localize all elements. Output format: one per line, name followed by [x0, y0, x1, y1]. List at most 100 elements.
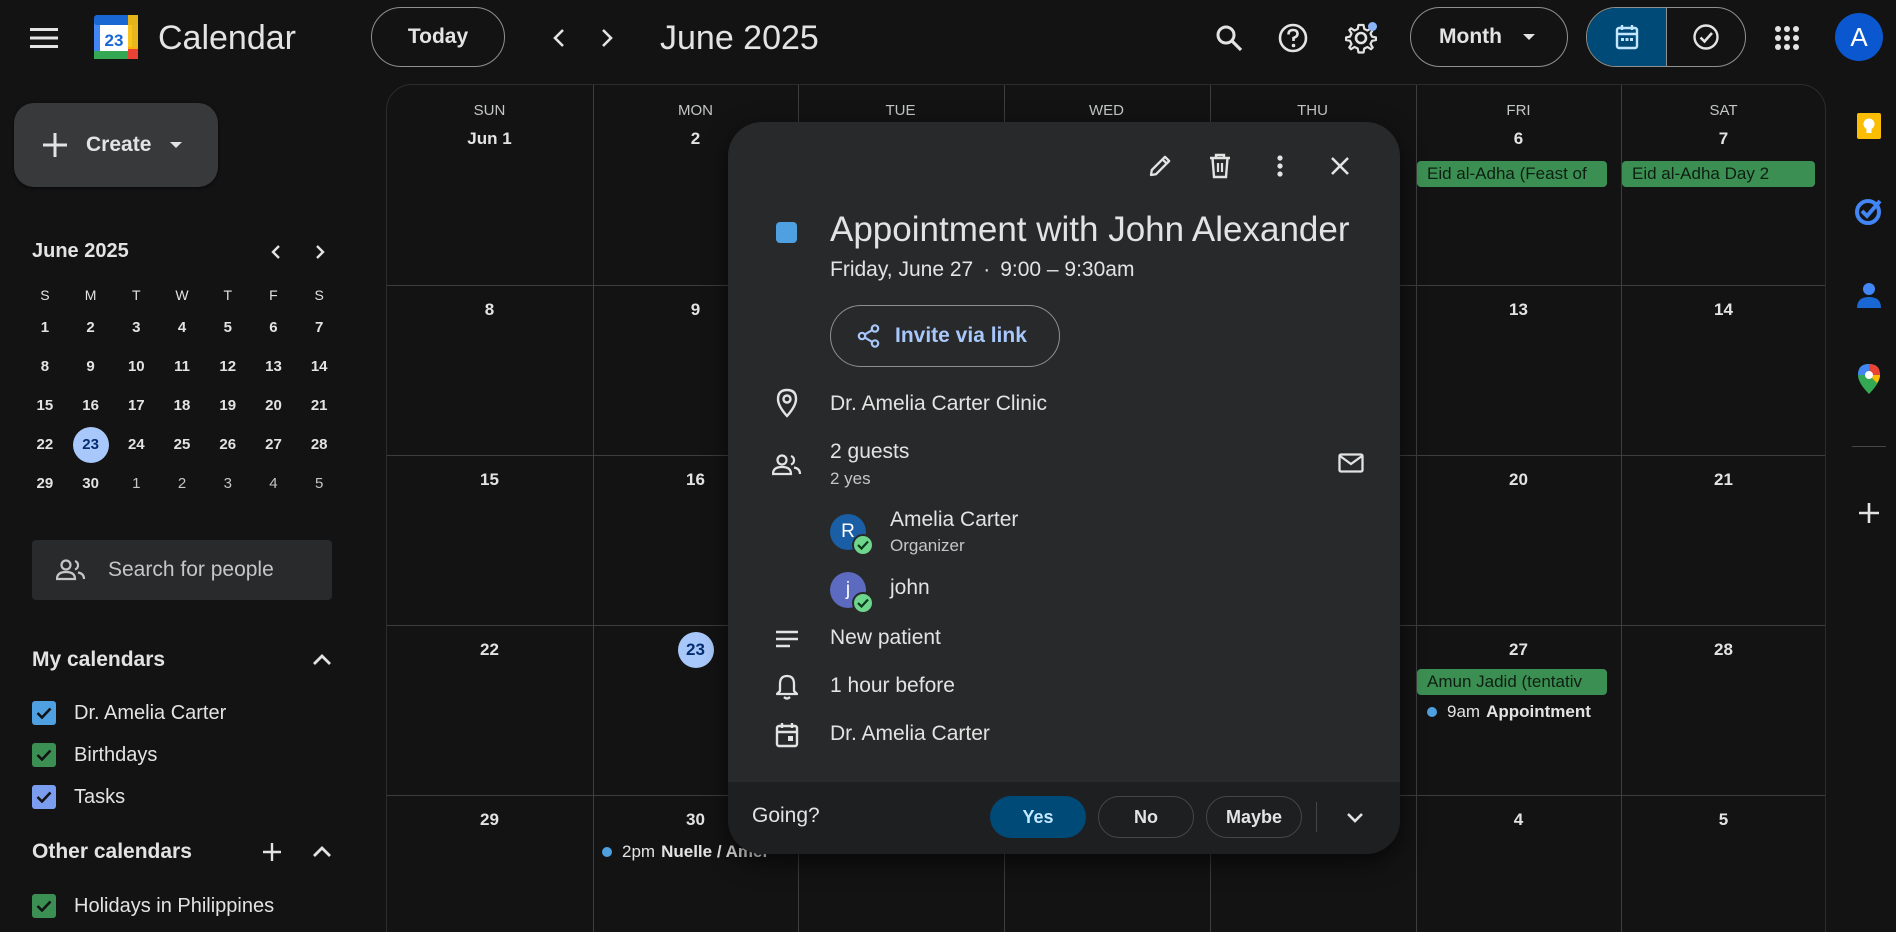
maps-button[interactable] — [1850, 360, 1888, 398]
mini-day[interactable]: 12 — [205, 347, 251, 386]
day-number[interactable]: 21 — [1621, 470, 1825, 490]
mini-day[interactable]: 28 — [296, 425, 342, 464]
event-location[interactable]: Dr. Amelia Carter Clinic — [830, 392, 1047, 416]
day-number[interactable]: 13 — [1416, 300, 1621, 320]
day-number[interactable]: 20 — [1416, 470, 1621, 490]
mini-day[interactable]: 5 — [205, 308, 251, 347]
calendar-list-item[interactable]: Dr. Amelia Carter — [32, 695, 226, 731]
calendar-checkbox[interactable] — [32, 894, 56, 918]
mini-day[interactable]: 20 — [251, 386, 297, 425]
mini-day[interactable]: 1 — [113, 464, 159, 503]
rsvp-no-button[interactable]: No — [1098, 796, 1194, 838]
guest-avatar[interactable]: R — [830, 514, 874, 556]
day-number[interactable]: 28 — [1621, 640, 1825, 660]
guest-name[interactable]: john — [890, 576, 930, 600]
view-selector[interactable]: Month — [1410, 7, 1568, 67]
calendar-checkbox[interactable] — [32, 785, 56, 809]
mini-day[interactable]: 8 — [113, 503, 159, 506]
mini-day[interactable]: 22 — [22, 425, 68, 464]
delete-event-button[interactable] — [1198, 144, 1242, 188]
day-number[interactable]: 29 — [387, 810, 592, 830]
guest-name[interactable]: Amelia Carter — [890, 508, 1018, 532]
calendar-logo[interactable]: 23 — [92, 13, 140, 61]
rsvp-maybe-button[interactable]: Maybe — [1206, 796, 1302, 838]
day-number[interactable]: 5 — [1621, 810, 1825, 830]
search-people-input[interactable]: Search for people — [32, 540, 332, 600]
mini-day[interactable]: 7 — [296, 308, 342, 347]
mini-day[interactable]: 3 — [205, 464, 251, 503]
day-number[interactable]: 22 — [387, 640, 592, 660]
mini-day[interactable]: 1 — [22, 308, 68, 347]
mini-day[interactable]: 25 — [159, 425, 205, 464]
mini-day[interactable]: 9 — [68, 347, 114, 386]
search-button[interactable] — [1208, 17, 1250, 59]
calendar-checkbox[interactable] — [32, 701, 56, 725]
previous-month-button[interactable] — [539, 18, 579, 58]
mini-day[interactable]: 18 — [159, 386, 205, 425]
keep-button[interactable] — [1850, 108, 1888, 146]
mini-day[interactable]: 17 — [113, 386, 159, 425]
guest-avatar[interactable]: j — [830, 572, 874, 614]
mini-day[interactable]: 6 — [22, 503, 68, 506]
mini-day[interactable]: 16 — [68, 386, 114, 425]
mini-day[interactable]: 5 — [296, 464, 342, 503]
mini-day[interactable]: 6 — [251, 308, 297, 347]
day-number[interactable]: Jun 1 — [387, 129, 592, 149]
settings-button[interactable] — [1340, 17, 1382, 59]
mini-day[interactable]: 4 — [159, 308, 205, 347]
event-appointment[interactable]: 9am Appointment — [1417, 699, 1612, 725]
day-number[interactable]: 14 — [1621, 300, 1825, 320]
get-add-ons-button[interactable] — [1850, 494, 1888, 532]
invite-via-link-button[interactable]: Invite via link — [830, 305, 1060, 367]
mini-day[interactable]: 23 — [68, 425, 114, 464]
collapse-other-calendars-button[interactable] — [302, 832, 342, 872]
close-popup-button[interactable] — [1318, 144, 1362, 188]
collapse-my-calendars-button[interactable] — [302, 640, 342, 680]
day-number[interactable]: 27 — [1416, 640, 1621, 660]
mini-day[interactable]: 10 — [113, 347, 159, 386]
contacts-button[interactable] — [1850, 276, 1888, 314]
mini-day[interactable]: 4 — [251, 464, 297, 503]
mini-day[interactable]: 27 — [251, 425, 297, 464]
day-number[interactable]: 8 — [387, 300, 592, 320]
mini-day[interactable]: 11 — [251, 503, 297, 506]
rsvp-yes-button[interactable]: Yes — [990, 796, 1086, 838]
calendar-list-item[interactable]: Tasks — [32, 779, 125, 815]
calendar-checkbox[interactable] — [32, 743, 56, 767]
mini-day[interactable]: 14 — [296, 347, 342, 386]
more-options-button[interactable] — [1258, 144, 1302, 188]
mini-day[interactable]: 2 — [68, 308, 114, 347]
mini-day[interactable]: 3 — [113, 308, 159, 347]
day-number[interactable]: 7 — [1621, 129, 1825, 149]
mini-day[interactable]: 29 — [22, 464, 68, 503]
mini-day[interactable]: 30 — [68, 464, 114, 503]
calendar-view-button[interactable] — [1587, 8, 1666, 66]
account-avatar[interactable]: A — [1835, 13, 1883, 61]
main-menu-button[interactable] — [20, 18, 68, 58]
edit-event-button[interactable] — [1138, 144, 1182, 188]
create-button[interactable]: Create — [14, 103, 218, 187]
tasks-view-button[interactable] — [1666, 8, 1745, 66]
mini-day[interactable]: 8 — [22, 347, 68, 386]
mini-day[interactable]: 21 — [296, 386, 342, 425]
day-number[interactable]: 6 — [1416, 129, 1621, 149]
today-button[interactable]: Today — [371, 7, 505, 67]
help-button[interactable] — [1272, 17, 1314, 59]
event-chip-eid-al-adha[interactable]: Eid al-Adha (Feast of — [1417, 161, 1607, 187]
my-calendars-header[interactable]: My calendars — [32, 640, 342, 680]
mini-day[interactable]: 9 — [159, 503, 205, 506]
mini-day[interactable]: 15 — [22, 386, 68, 425]
mini-day[interactable]: 24 — [113, 425, 159, 464]
rsvp-more-options-button[interactable] — [1334, 796, 1376, 838]
mini-day[interactable]: 2 — [159, 464, 205, 503]
mini-day[interactable]: 19 — [205, 386, 251, 425]
event-chip-amun-jadid[interactable]: Amun Jadid (tentativ — [1417, 669, 1607, 695]
mini-day[interactable]: 7 — [68, 503, 114, 506]
mini-prev-button[interactable] — [260, 236, 292, 268]
mini-day[interactable]: 13 — [251, 347, 297, 386]
apps-button[interactable] — [1766, 17, 1808, 59]
calendar-list-item[interactable]: Birthdays — [32, 737, 157, 773]
day-number[interactable]: 4 — [1416, 810, 1621, 830]
day-number[interactable]: 15 — [387, 470, 592, 490]
next-month-button[interactable] — [587, 18, 627, 58]
